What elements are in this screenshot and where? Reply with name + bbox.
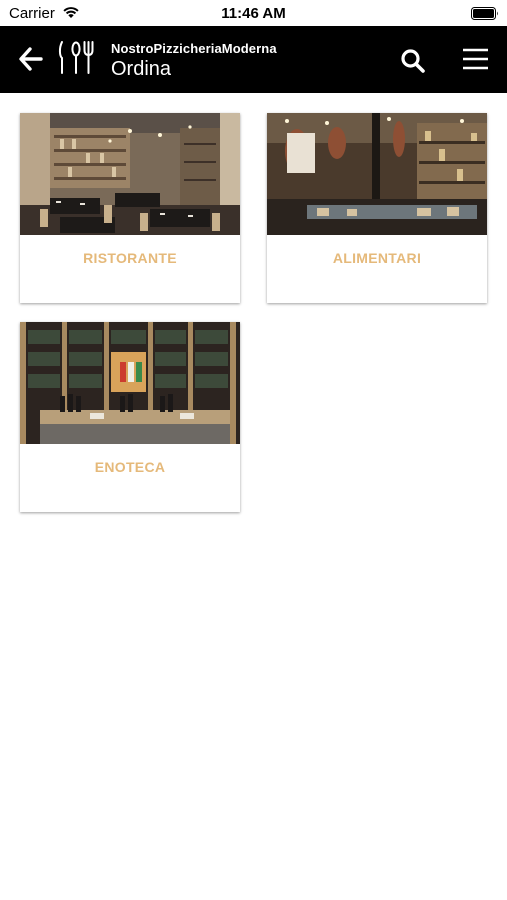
back-arrow-icon[interactable] [18,46,44,72]
category-label: RISTORANTE [83,250,177,266]
category-card-enoteca[interactable]: ENOTECA [20,322,240,512]
wine-shop-photo [20,322,240,444]
category-card-alimentari[interactable]: ALIMENTARI [267,113,487,303]
category-label: ALIMENTARI [332,250,422,266]
brand-name: NostroPizzicheriaModerna [111,41,277,56]
search-icon[interactable] [400,48,426,74]
clock-time: 11:46 AM [221,5,286,22]
app-header: NostroPizzicheriaModerna Ordina [0,26,507,93]
battery-icon [471,7,498,20]
deli-photo [267,113,487,235]
status-bar: Carrier 11:46 AM [0,0,507,26]
hamburger-menu-icon[interactable] [462,47,489,71]
category-label: ENOTECA [94,459,166,475]
cutlery-icon [58,41,94,74]
restaurant-photo [20,113,240,235]
page-title: Ordina [111,58,172,80]
category-card-ristorante[interactable]: RISTORANTE [20,113,240,303]
